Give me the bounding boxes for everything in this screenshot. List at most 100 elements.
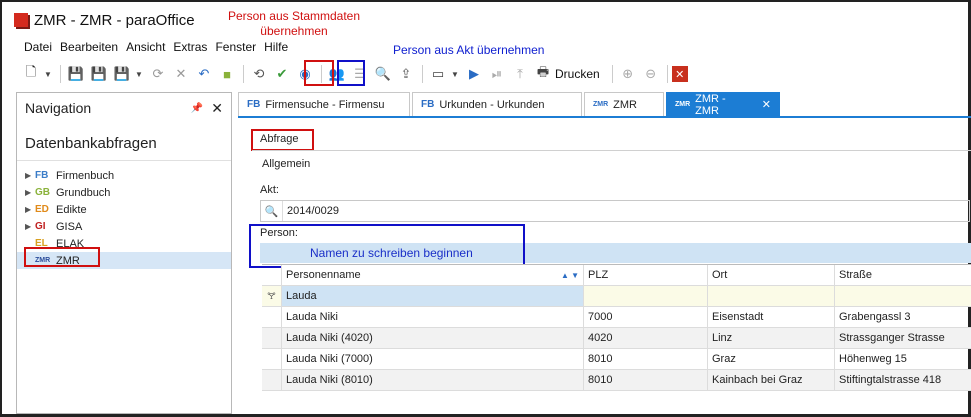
akt-label: Akt: [260, 184, 279, 196]
close-icon[interactable]: ✕ [671, 66, 688, 82]
zmr-icon: ZMR [593, 101, 609, 108]
table-row[interactable]: Lauda Niki (7000) 8010 Graz Höhenweg 15 [262, 349, 971, 370]
firmenbuch-icon: FB [247, 99, 261, 110]
undo-icon[interactable]: ↶ [193, 63, 215, 85]
chevron-down-icon[interactable]: ▼ [450, 63, 460, 85]
cancel-icon[interactable]: ✕ [170, 63, 192, 85]
nav-item-firmenbuch[interactable]: ▶ FB Firmenbuch [17, 167, 231, 184]
export-icon[interactable]: ⇪ [395, 63, 417, 85]
sort-filter-icon[interactable]: ▲ ▼ [561, 265, 579, 285]
document-tabs: FB Firmensuche - Firmensu FB Urkunden - … [238, 92, 971, 118]
grid-filter-row: 🝖 Lauda [262, 286, 971, 307]
cell-ort: Kainbach bei Graz [708, 370, 835, 390]
table-row[interactable]: Lauda Niki (4020) 4020 Linz Strassganger… [262, 328, 971, 349]
grundbuch-icon: GB [35, 187, 50, 198]
pin-icon[interactable]: 📌 [191, 103, 203, 114]
lookup-icon[interactable]: 🔍 [261, 201, 283, 221]
tab-label: Firmensuche - Firmensu [265, 98, 385, 111]
nav-item-grundbuch[interactable]: ▶ GB Grundbuch [17, 184, 231, 201]
upload-icon[interactable]: ⤒ [509, 63, 531, 85]
grid-header-row: Personenname ▲ ▼ PLZ Ort Straße [262, 265, 971, 286]
expand-arrow-icon[interactable]: ▶ [25, 222, 35, 231]
menu-extras[interactable]: Extras [169, 40, 211, 54]
history-icon[interactable]: ⟲ [248, 63, 270, 85]
cell-personenname: Lauda Niki (4020) [282, 328, 584, 348]
checkmark-icon[interactable]: ✔ [271, 63, 293, 85]
cell-ort: Linz [708, 328, 835, 348]
annotation-red-highlight-toolbar [304, 60, 334, 86]
printer-icon[interactable]: 🖶 [532, 63, 554, 85]
title-bar: ZMR - ZMR - paraOffice [6, 7, 195, 33]
menu-datei[interactable]: Datei [20, 40, 56, 54]
new-document-icon[interactable]: 🗋 [20, 63, 42, 85]
refresh-icon[interactable]: ⟳ [147, 63, 169, 85]
zmr-icon: ZMR [675, 101, 691, 108]
table-row[interactable]: Lauda Niki (8010) 8010 Kainbach bei Graz… [262, 370, 971, 391]
menu-bearbeiten[interactable]: Bearbeiten [56, 40, 122, 54]
navigation-title: Navigation [25, 100, 92, 116]
column-header-ort[interactable]: Ort [708, 265, 835, 285]
cell-personenname: Lauda Niki [282, 307, 584, 327]
expand-arrow-icon[interactable]: ▶ [25, 205, 35, 214]
save-as-icon[interactable]: 💾 [111, 63, 133, 85]
annotation-blue-highlight-hint [249, 224, 525, 268]
chevron-down-icon[interactable]: ▼ [43, 63, 53, 85]
cell-strasse: Grabengassl 3 [839, 311, 911, 323]
step-icon[interactable]: ⏯ [486, 63, 508, 85]
menu-ansicht[interactable]: Ansicht [122, 40, 169, 54]
expand-arrow-icon[interactable]: ▶ [25, 188, 35, 197]
tab-firmensuche[interactable]: FB Firmensuche - Firmensu [238, 92, 410, 116]
firmenbuch-icon: FB [35, 170, 49, 181]
chevron-down-icon[interactable]: ▼ [134, 63, 144, 85]
table-row[interactable]: Lauda Niki 7000 Eisenstadt Grabengassl 3 [262, 307, 971, 328]
tab-label: ZMR [613, 98, 637, 111]
nav-item-label: GISA [56, 220, 83, 233]
plz-filter-input[interactable] [584, 286, 708, 306]
close-tab-icon[interactable]: ✕ [762, 98, 771, 111]
save-close-icon[interactable]: 💾 [88, 63, 110, 85]
menu-hilfe[interactable]: Hilfe [260, 40, 292, 54]
cell-plz: 8010 [584, 349, 708, 369]
print-button-label[interactable]: Drucken [555, 67, 600, 81]
main-content: FB Firmensuche - Firmensu FB Urkunden - … [238, 92, 971, 414]
move-down-icon[interactable]: ⊖ [640, 63, 662, 85]
annotation-red-highlight-abfrage [251, 129, 314, 151]
preview-icon[interactable]: 🔍 [372, 63, 394, 85]
toolbar-separator [611, 65, 613, 83]
window-title: ZMR - ZMR - paraOffice [34, 11, 195, 29]
tab-zmr[interactable]: ZMR ZMR [584, 92, 664, 116]
navigation-panel: Navigation 📌 ✕ Datenbankabfragen ▶ FB Fi… [16, 92, 232, 414]
close-icon[interactable]: ✕ [211, 100, 223, 117]
tab-urkunden[interactable]: FB Urkunden - Urkunden [412, 92, 582, 116]
stop-icon[interactable]: ■ [216, 63, 238, 85]
menu-fenster[interactable]: Fenster [211, 40, 260, 54]
app-logo-icon [14, 13, 28, 27]
filter-icon: 🝖 [262, 286, 282, 306]
akt-value: 2014/0029 [287, 205, 339, 217]
play-icon[interactable]: ▶ [463, 63, 485, 85]
ort-filter-input[interactable] [708, 286, 835, 306]
move-up-icon[interactable]: ⊕ [617, 63, 639, 85]
column-header-strasse[interactable]: Straße [835, 265, 971, 285]
annotation-blue-highlight-toolbar [337, 60, 365, 86]
annotation-person-from-master-data: Person aus Stammdaten übernehmen [227, 9, 361, 38]
column-header-plz[interactable]: PLZ [584, 265, 708, 285]
strasse-filter-input[interactable] [835, 286, 971, 306]
window-layout-icon[interactable]: ▭ [427, 63, 449, 85]
cell-personenname: Lauda Niki (7000) [282, 349, 584, 369]
akt-field[interactable]: 🔍 2014/0029 [260, 200, 970, 222]
navigation-header: Navigation 📌 ✕ [17, 93, 231, 123]
cell-plz: 7000 [584, 307, 708, 327]
nav-item-gisa[interactable]: ▶ GI GISA [17, 218, 231, 235]
name-filter-input[interactable]: Lauda [282, 286, 584, 306]
save-icon[interactable]: 💾 [65, 63, 87, 85]
expand-arrow-icon[interactable]: ▶ [25, 171, 35, 180]
column-header-personenname[interactable]: Personenname ▲ ▼ [282, 265, 584, 285]
cell-personenname: Lauda Niki (8010) [282, 370, 584, 390]
nav-item-edikte[interactable]: ▶ ED Edikte [17, 201, 231, 218]
application-window: ZMR - ZMR - paraOffice Datei Bearbeiten … [0, 0, 971, 417]
cell-strasse: Höhenweg 15 [839, 353, 907, 365]
nav-item-label: Firmenbuch [56, 169, 115, 182]
tab-zmr-zmr[interactable]: ZMR ZMR - ZMR ✕ [666, 92, 780, 117]
toolbar-separator [60, 65, 61, 83]
